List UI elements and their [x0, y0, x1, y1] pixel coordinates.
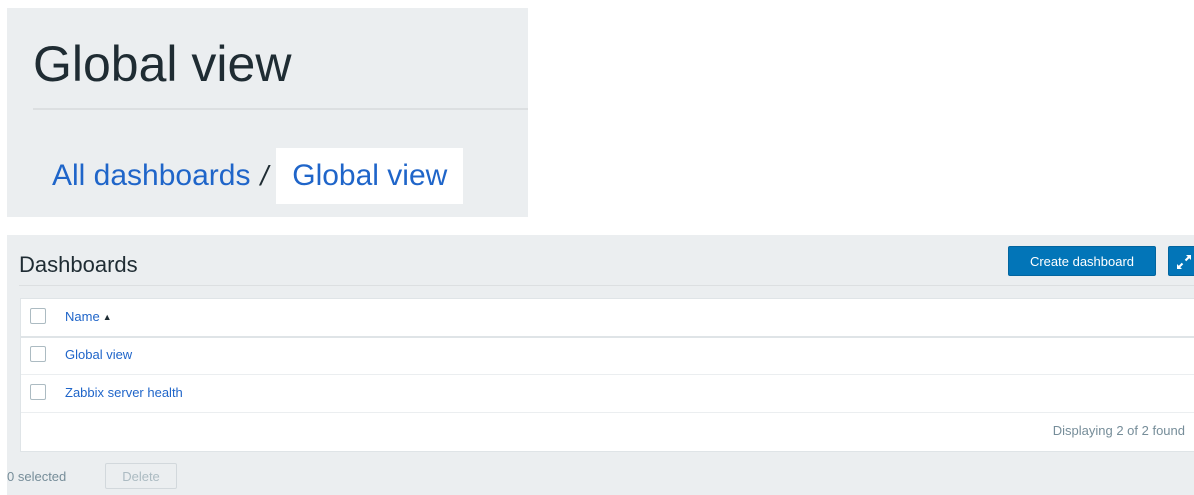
delete-button[interactable]: Delete [105, 463, 177, 489]
breadcrumb-separator: / [260, 160, 269, 191]
dashboards-title: Dashboards [19, 252, 138, 277]
dashboard-link[interactable]: Global view [65, 337, 132, 373]
row-checkbox[interactable] [30, 384, 46, 400]
row-checkbox[interactable] [30, 346, 46, 362]
name-column-header[interactable]: Name ▲ [65, 299, 112, 335]
panel-divider [19, 285, 1194, 286]
fullscreen-icon [1177, 255, 1191, 269]
selected-count: 0 selected [7, 469, 67, 484]
fullscreen-button[interactable] [1168, 246, 1194, 276]
header-divider [33, 108, 528, 110]
table-header-row: Name ▲ [21, 299, 1194, 338]
table-row: Zabbix server health [21, 375, 1194, 413]
select-all-checkbox[interactable] [30, 308, 46, 324]
page-title: Global view [33, 36, 292, 92]
breadcrumb: All dashboards / Global view [52, 148, 464, 204]
create-dashboard-button[interactable]: Create dashboard [1008, 246, 1156, 276]
table-row: Global view [21, 337, 1194, 375]
paging-info: Displaying 2 of 2 found [1052, 423, 1185, 438]
page-header-zoom: Global view All dashboards / Global view [7, 8, 528, 217]
breadcrumb-current[interactable]: Global view [276, 148, 464, 204]
dashboards-panel: Dashboards Create dashboard Name ▲ Global… [7, 235, 1194, 495]
sort-ascending-icon: ▲ [102, 312, 112, 322]
breadcrumb-all-dashboards-link[interactable]: All dashboards [52, 159, 250, 193]
dashboard-link[interactable]: Zabbix server health [65, 375, 183, 411]
name-column-label: Name [65, 309, 100, 324]
dashboards-table: Name ▲ Global view Zabbix server health D… [20, 298, 1194, 452]
